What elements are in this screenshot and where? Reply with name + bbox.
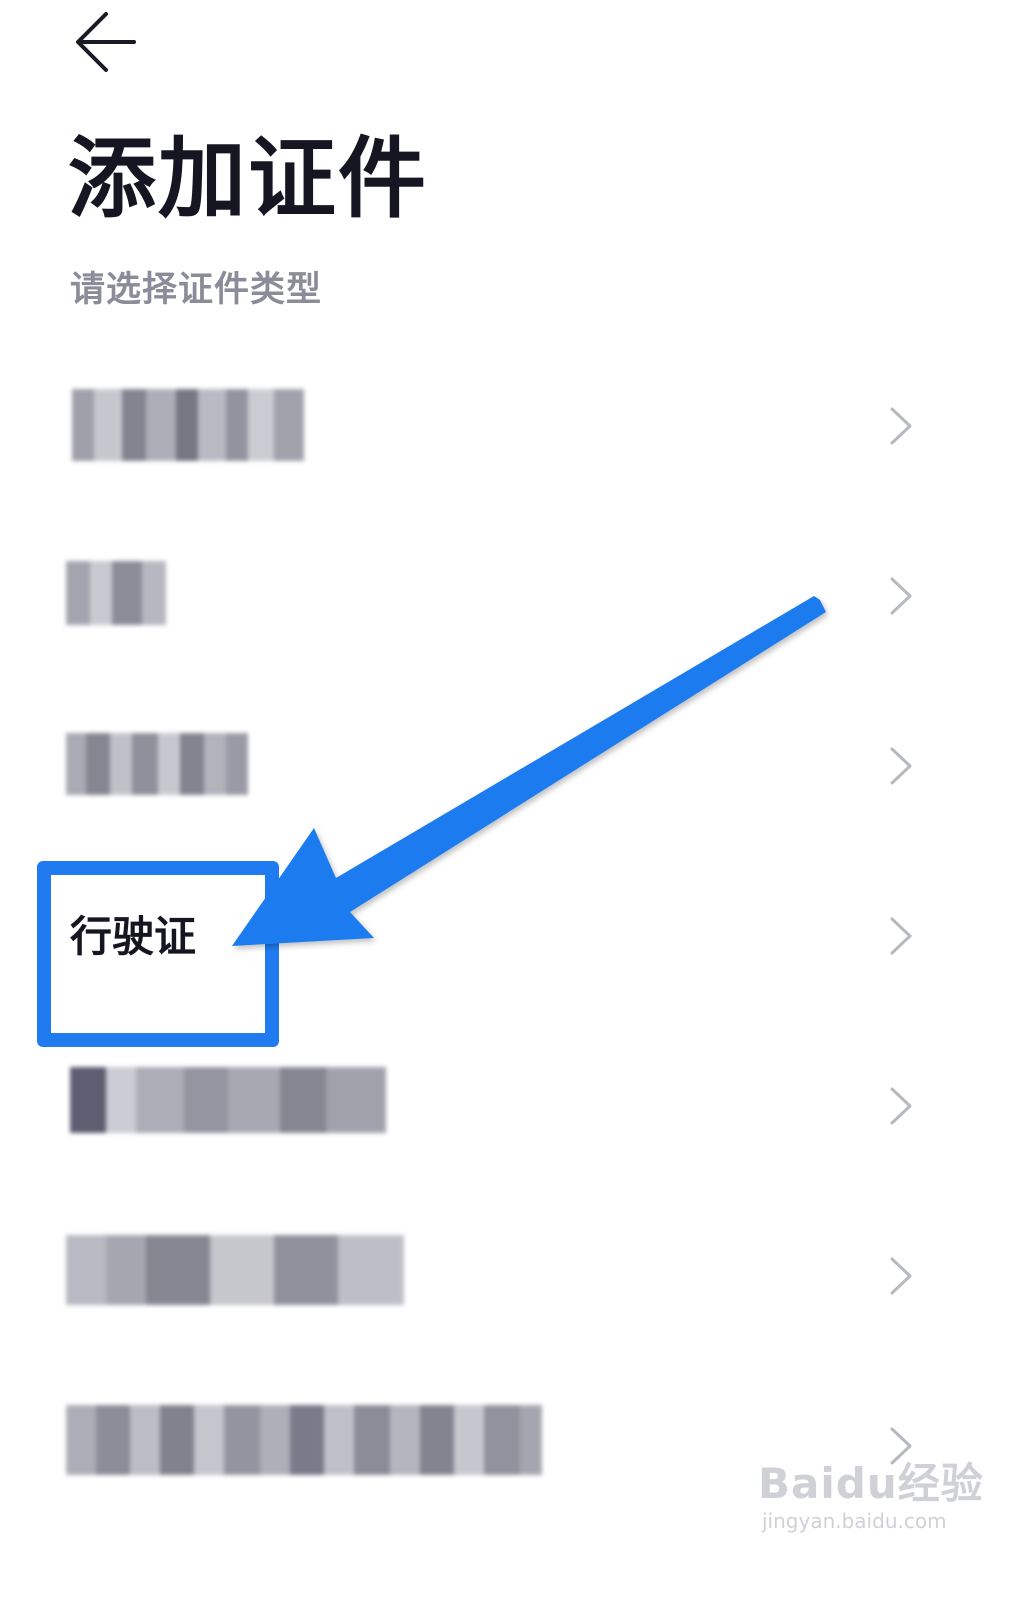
list-item[interactable] — [0, 1191, 1011, 1361]
redacted-label — [66, 1235, 404, 1305]
redacted-label — [66, 1405, 562, 1475]
annotation-highlight-box — [37, 861, 279, 1047]
chevron-right-icon — [884, 1253, 916, 1299]
redacted-label — [72, 389, 304, 461]
baidu-watermark: Baidu经验 jingyan.baidu.com — [758, 1460, 984, 1534]
list-item[interactable] — [0, 681, 1011, 851]
page-title: 添加证件 — [68, 127, 429, 230]
redacted-label — [66, 561, 166, 625]
chevron-right-icon — [884, 1083, 916, 1129]
chevron-right-icon — [884, 403, 916, 449]
arrow-left-icon — [76, 12, 136, 72]
page-subtitle: 请选择证件类型 — [70, 270, 323, 310]
redacted-label — [70, 1067, 386, 1133]
redacted-label — [66, 733, 248, 795]
list-item[interactable] — [0, 511, 1011, 681]
watermark-brand: Baidu经验 — [758, 1459, 984, 1508]
watermark-domain: jingyan.baidu.com — [762, 1509, 947, 1533]
list-item[interactable] — [0, 341, 1011, 511]
back-button[interactable] — [70, 6, 142, 78]
chevron-right-icon — [884, 573, 916, 619]
chevron-right-icon — [884, 743, 916, 789]
chevron-right-icon — [884, 913, 916, 959]
